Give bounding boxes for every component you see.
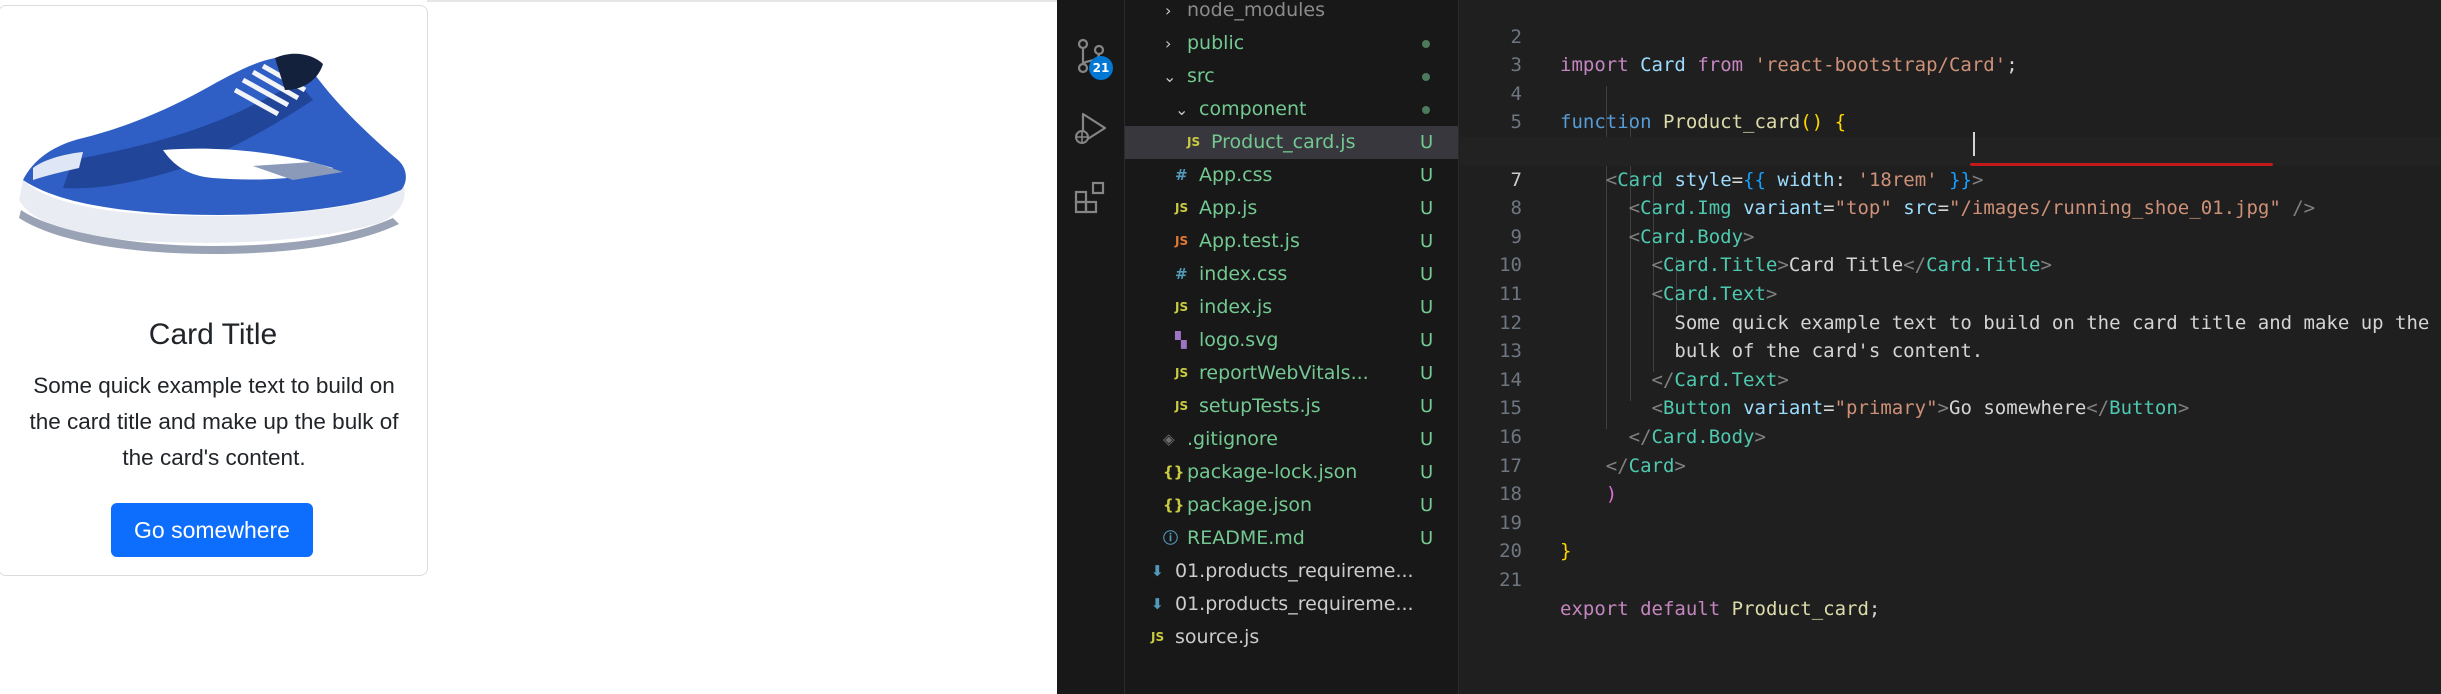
tree-item-report-web-vitals[interactable]: JS reportWebVitals... U [1125,357,1458,390]
markdown-download-icon: ⬇ [1151,562,1164,580]
code-line: 17 ) [1499,454,1618,506]
tree-item-package-lock[interactable]: {} package-lock.json U [1125,456,1458,489]
code-line: 20 [1499,540,1522,563]
tree-item-app-css[interactable]: # App.css U [1125,159,1458,192]
test-file-icon: JS [1175,234,1189,248]
product-card: Card Title Some quick example text to bu… [0,5,428,576]
divider [427,0,1057,2]
text-cursor [1973,132,1975,156]
git-file-icon: ◈ [1163,430,1175,448]
code-line: 16 </Card> [1499,425,1686,477]
svg-file-icon: ▚ [1175,331,1187,349]
vscode-window: 21 › node_modules › public ⌄ src ⌄ compo… [1057,0,2441,694]
annotation-underline [1970,163,2273,166]
tree-item-index-css[interactable]: # index.css U [1125,258,1458,291]
chevron-down-icon: ⌄ [1163,67,1177,86]
go-somewhere-button[interactable]: Go somewhere [111,503,313,557]
tree-item-package-json[interactable]: {} package.json U [1125,489,1458,522]
chevron-down-icon: ⌄ [1175,100,1189,119]
tree-item-public[interactable]: › public [1125,27,1458,60]
javascript-file-icon: JS [1175,366,1189,380]
css-file-icon: # [1175,166,1188,184]
extensions-icon[interactable] [1071,178,1111,218]
tree-item-index-js[interactable]: JS index.js U [1125,291,1458,324]
code-line: 10 <Card.Text> [1499,254,1778,305]
code-line: 14 <Button variant="primary">Go somewher… [1499,368,2190,420]
tree-item-app-test-js[interactable]: JS App.test.js U [1125,225,1458,258]
tree-item-component[interactable]: ⌄ component [1125,93,1458,126]
tree-item-gitignore[interactable]: ◈ .gitignore U [1125,423,1458,456]
javascript-file-icon: JS [1151,630,1165,644]
code-line: 13 </Card.Text> [1499,340,1789,391]
source-control-badge: 21 [1089,56,1113,80]
card-image [19,53,406,254]
javascript-file-icon: JS [1175,300,1189,314]
code-line: 6 <Card style={{ width: '18rem' }}> [1511,140,1984,191]
code-line: 21 export default Product_card; [1499,568,1881,620]
chevron-right-icon: › [1165,1,1172,20]
code-line: 15 </Card.Body> [1499,397,1766,448]
activity-bar: 21 [1057,0,1125,694]
tree-item-product-card-js[interactable]: JS Product_card.js U [1125,126,1458,159]
code-line: 2 import Card from 'react-bootstrap/Card… [1510,25,2018,77]
tree-item-products-requirements-1[interactable]: ⬇ 01.products_requireme... [1125,555,1458,588]
tree-item-readme[interactable]: ⓘ README.md U [1125,522,1458,555]
json-file-icon: {} [1163,496,1185,514]
tree-item-logo-svg[interactable]: ▚ logo.svg U [1125,324,1458,357]
modified-dot [1422,106,1430,114]
css-file-icon: # [1175,265,1188,283]
tree-item-setup-tests[interactable]: JS setupTests.js U [1125,390,1458,423]
tree-item-app-js[interactable]: JS App.js U [1125,192,1458,225]
tree-item-products-requirements-2[interactable]: ⬇ 01.products_requireme... [1125,588,1458,621]
chevron-right-icon: › [1165,34,1172,53]
javascript-file-icon: JS [1175,201,1189,215]
code-line-current: 7 <Card.Img variant="top" src="/images/r… [1460,137,2441,219]
code-line: 8 <Card.Body> [1510,197,1755,248]
code-line: 3 [1510,54,1522,77]
info-icon: ⓘ [1163,529,1179,547]
json-file-icon: {} [1163,463,1185,481]
code-line: 9 <Card.Title>Card Title</Card.Title> [1510,225,2052,277]
code-editor[interactable]: 2 import Card from 'react-bootstrap/Card… [1460,0,2441,694]
code-line: 4 function Product_card() { [1510,82,1847,134]
card-text: Some quick example text to build on the … [29,373,399,470]
explorer-tree: › node_modules › public ⌄ src ⌄ componen… [1125,0,1459,694]
tree-item-node-modules[interactable]: › node_modules [1125,0,1458,27]
code-line: 12 bulk of the card's content. [1499,311,1984,363]
code-line: 18 [1499,483,1522,506]
run-debug-icon[interactable] [1071,108,1111,148]
javascript-file-icon: JS [1187,135,1201,149]
code-line: 11 Some quick example text to build on t… [1499,282,2430,334]
markdown-download-icon: ⬇ [1151,595,1164,613]
code-line: 19 } [1499,511,1572,563]
javascript-file-icon: JS [1175,399,1189,413]
tree-item-source-js[interactable]: JS source.js [1125,621,1458,654]
card-title: Card Title [148,318,278,351]
modified-dot [1422,73,1430,81]
modified-dot [1422,40,1430,48]
tree-item-src[interactable]: ⌄ src [1125,60,1458,93]
code-line: 5 return ( [1510,111,1698,162]
browser-viewport: Card Title Some quick example text to bu… [0,0,1057,694]
